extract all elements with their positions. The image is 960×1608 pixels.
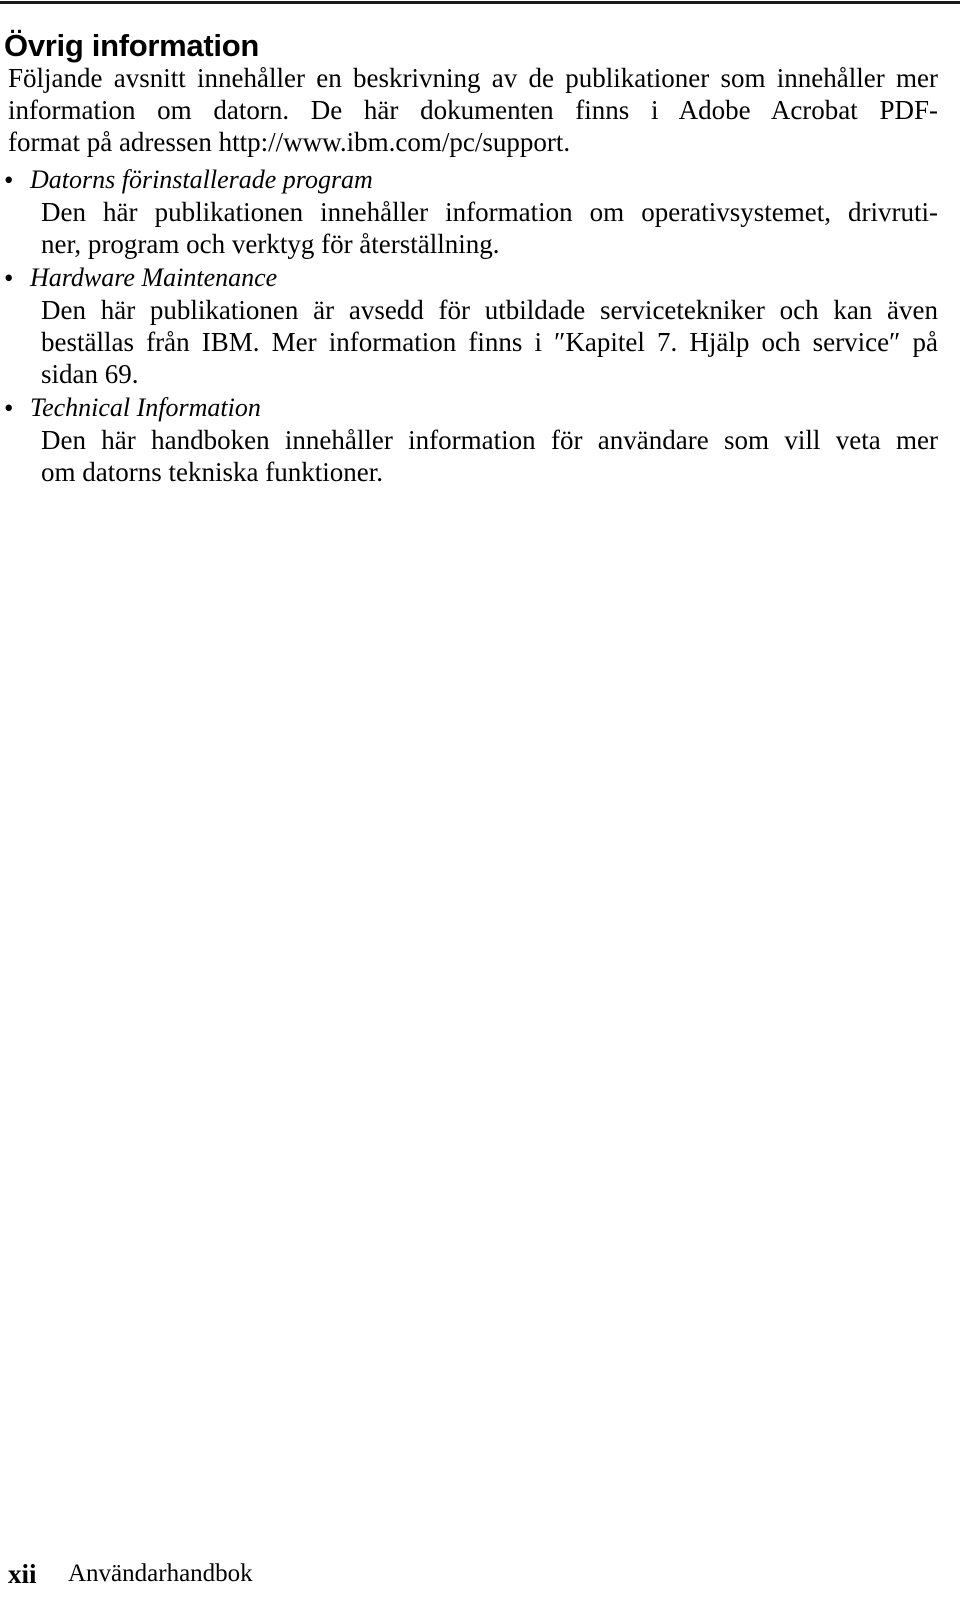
bullet-icon: • [4,165,14,195]
list-item: • Technical Information Den här handboke… [0,392,960,488]
publication-title: Technical Information [30,393,261,422]
bullet-icon: • [4,263,14,293]
footer-book-title: Användarhandbok [68,1560,253,1587]
desc-line-1: Den här publikationen är avsedd för utbi… [41,295,938,325]
publication-description: Den här publikationen är avsedd för utbi… [30,294,938,390]
page-content: Följande avsnitt innehåller en beskrivni… [0,62,960,490]
intro-line-1: Följande avsnitt innehåller en beskrivni… [8,63,885,93]
desc-line-3: sidan 69. [41,359,139,389]
desc-line-1: Den här publikationen innehåller informa… [41,197,938,227]
intro-line-3: format på adressen http://www.ibm.com/pc… [8,127,571,157]
publication-title: Hardware Maintenance [30,263,278,292]
header-rule [0,1,960,4]
intro-paragraph: Följande avsnitt innehåller en beskrivni… [0,62,960,158]
list-item: • Datorns förinstallerade program Den hä… [0,164,960,260]
publication-description: Den här publikationen innehåller informa… [30,196,938,260]
desc-line-1: Den här handboken innehåller information… [41,425,938,455]
document-page: Övrig information Följande avsnitt inneh… [0,0,960,1608]
page-title: Övrig information [4,27,259,63]
desc-line-2: ner, program och verktyg för återställni… [41,229,500,259]
publication-title: Datorns förinstallerade program [30,165,373,194]
footer-page-number: xii [8,1559,37,1589]
list-item: • Hardware Maintenance Den här publikati… [0,262,960,390]
page-footer: xii Användarhandbok [0,1556,960,1590]
desc-line-2: om datorns tekniska funktioner. [41,457,383,487]
bullet-icon: • [4,393,14,423]
desc-line-2: beställas från IBM. Mer information finn… [41,327,938,357]
publication-description: Den här handboken innehåller information… [30,424,938,488]
publication-list: • Datorns förinstallerade program Den hä… [0,164,960,488]
